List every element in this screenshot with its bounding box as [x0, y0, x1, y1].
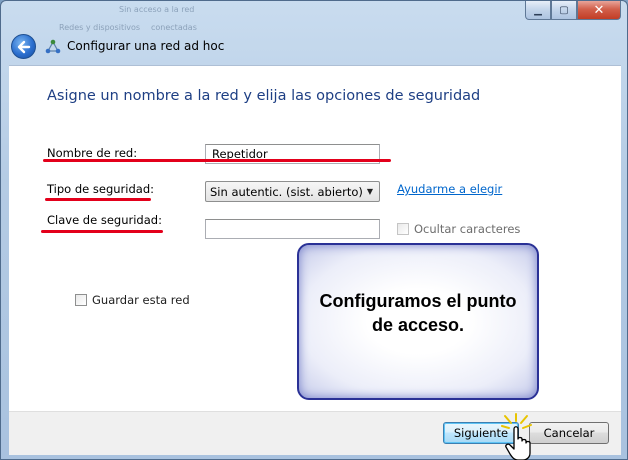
highlight-underline — [45, 198, 151, 201]
cancel-button[interactable]: Cancelar — [529, 422, 609, 444]
maximize-icon: ▢ — [559, 4, 569, 16]
security-key-label: Clave de seguridad: — [47, 213, 162, 227]
minimize-button[interactable]: ▁ — [525, 1, 551, 20]
annotation-text: Configuramos el punto de acceso. — [319, 290, 517, 335]
annotation-callout: Configuramos el punto de acceso. — [297, 243, 539, 400]
caption-buttons: ▁ ▢ ✕ — [525, 1, 621, 21]
minimize-icon: ▁ — [534, 4, 542, 16]
background-ghost-text: Redes y dispositivos — [59, 23, 141, 32]
window-title: Configurar una red ad hoc — [67, 39, 225, 53]
maximize-button[interactable]: ▢ — [551, 1, 577, 20]
hand-cursor-icon — [501, 413, 532, 460]
save-network-checkbox-row[interactable]: Guardar esta red — [75, 293, 190, 307]
back-arrow-icon — [17, 40, 30, 53]
save-network-label: Guardar esta red — [92, 293, 190, 307]
security-type-label: Tipo de seguridad: — [47, 182, 154, 196]
save-network-checkbox[interactable] — [75, 294, 87, 306]
close-icon: ✕ — [593, 2, 605, 18]
window-frame: Sin acceso a la red Redes y dispositivos… — [0, 0, 628, 460]
network-name-label: Nombre de red: — [47, 146, 138, 160]
back-button[interactable] — [11, 34, 36, 59]
background-ghost-text: Sin acceso a la red — [119, 5, 195, 14]
close-button[interactable]: ✕ — [577, 1, 621, 20]
security-key-input[interactable] — [205, 219, 380, 239]
highlight-underline — [43, 159, 391, 162]
security-type-value: Sin autentic. (sist. abierto) — [210, 184, 363, 199]
security-type-select[interactable]: Sin autentic. (sist. abierto) ▼ — [205, 181, 380, 202]
dropdown-arrow-icon: ▼ — [366, 187, 373, 196]
background-ghost-text: conectadas — [151, 23, 197, 32]
help-choose-link[interactable]: Ayudarme a elegir — [397, 182, 502, 196]
page-heading: Asigne un nombre a la red y elija las op… — [47, 88, 481, 104]
highlight-underline — [41, 230, 163, 233]
hide-characters-checkbox-row[interactable]: Ocultar caracteres — [397, 222, 520, 236]
network-adhoc-icon — [45, 39, 61, 54]
hide-characters-checkbox[interactable] — [397, 223, 409, 235]
hide-characters-label: Ocultar caracteres — [414, 222, 521, 236]
